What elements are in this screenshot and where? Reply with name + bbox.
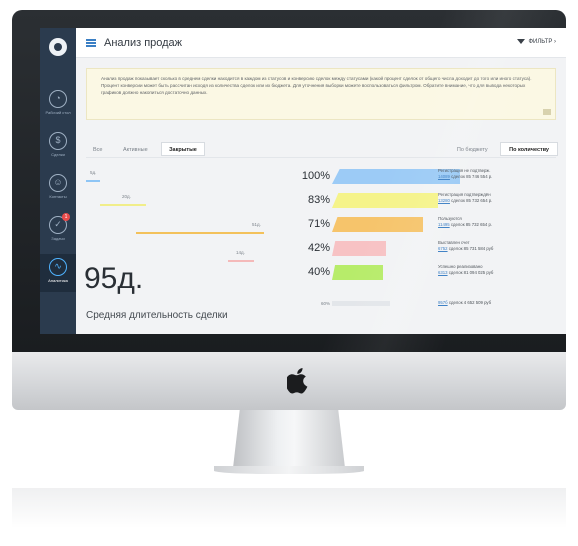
funnel-stage-info: Регистрация подтверждён 13280 сделок 85 7… [438,192,562,203]
funnel-stage-detail: 11495 сделок 85 732 654 р. [438,222,562,228]
status-tabs: Все Активные Закрытые [86,138,207,157]
sidebar-item-contacts[interactable]: ☺ Контакты [40,170,76,208]
resize-handle[interactable] [543,109,551,115]
average-duration-caption: Средняя длительность сделки [86,310,228,321]
sidebar-item-label: Рабочий стол [45,110,71,115]
duration-bar [100,204,146,206]
info-box: Анализ продаж показывает сколько в средн… [86,68,556,120]
imac-stand-neck [233,410,345,468]
sidebar-item-label: Аналитика [48,278,68,283]
tasks-badge: 1 [62,213,70,221]
funnel-stage-amount: сделок 85 746 554 р. [451,173,493,179]
floor-reflection [12,488,566,546]
funnel-percent: 83% [307,194,330,206]
funnel-stage-info: Успешно реализовано 6313 сделок 81 094 02… [438,264,562,275]
funnel-stage-amount: сделок 85 732 654 р. [451,197,493,203]
screen: ◔ Рабочий стол $ Сделки ☺ Контакты ✓ 1 З… [40,28,566,334]
page-title: Анализ продаж [104,37,183,49]
sidebar: ◔ Рабочий стол $ Сделки ☺ Контакты ✓ 1 З… [40,28,76,334]
funnel-stage-amount: сделок 85 731 584 руб [448,245,494,251]
funnel-stage-amount: сделок 81 094 025 руб [448,269,494,275]
funnel-stage-count-link[interactable]: 13280 [438,198,450,203]
funnel-percent: 40% [307,266,330,278]
analytics-icon: ∿ [49,258,67,276]
funnel-stage-detail: 14089 сделок 85 746 554 р. [438,174,562,180]
divider [86,157,556,158]
duration-label: 5д. [90,170,97,175]
sidebar-item-analytics[interactable]: ∿ Аналитика [40,254,76,292]
sidebar-item-label: Задачи [51,236,65,241]
duration-bar [228,260,254,262]
dashboard-icon: ◔ [49,90,67,108]
top-bar: Анализ продаж ФИЛЬТР › [76,28,566,58]
funnel-percent: 60% [320,301,330,306]
funnel-stage-amount: сделок 4 652 509 руб [448,300,492,305]
duration-label: 14д. [236,250,245,255]
view-by-count[interactable]: По количеству [500,142,558,156]
funnel-percent: 42% [307,242,330,254]
duration-timeline: 5д. 20д. 51д. 14д. [86,166,286,266]
duration-bar [86,180,100,182]
funnel-bar[interactable] [332,193,438,208]
funnel-stage-info: Пользуются 11495 сделок 85 732 654 р. [438,216,562,227]
average-duration-value: 95д. [84,262,144,295]
sidebar-item-deals[interactable]: $ Сделки [40,128,76,166]
funnel-stage-detail: 957б сделок 4 652 509 руб [438,300,562,306]
funnel-stage-info: Регистрация не подтверж. 14089 сделок 85 … [438,168,562,179]
funnel-stage-count-link[interactable]: 11495 [438,222,450,227]
filter-button[interactable]: ФИЛЬТР › [516,39,556,46]
sidebar-item-tasks[interactable]: ✓ 1 Задачи [40,212,76,250]
duration-bar [136,232,264,234]
filter-icon [516,39,525,44]
view-toggle: По бюджету По количеству [449,138,558,157]
app-logo[interactable] [49,38,67,56]
tab-all[interactable]: Все [86,143,109,157]
funnel-stage-count-link[interactable]: 957б [438,300,448,305]
sidebar-item-dashboard[interactable]: ◔ Рабочий стол [40,86,76,124]
funnel-bar[interactable] [332,217,423,232]
funnel-bar[interactable] [332,265,383,280]
sidebar-item-label: Сделки [51,152,65,157]
duration-label: 51д. [252,222,261,227]
funnel-stage-detail: 6752 сделок 85 731 584 руб [438,246,562,252]
tab-closed[interactable]: Закрытые [161,142,205,156]
funnel-stage-amount: сделок 85 732 654 р. [450,221,493,227]
info-text: Анализ продаж показывает сколько в средн… [101,76,532,95]
funnel-stage-count-link[interactable]: 14089 [438,174,450,179]
funnel-stage-detail: 13280 сделок 85 732 654 р. [438,198,562,204]
funnel-stage-info: Выставлен счет 6752 сделок 85 731 584 руб [438,240,562,251]
funnel-percent: 100% [301,170,330,182]
funnel-stage-detail: 6313 сделок 81 094 025 руб [438,270,562,276]
contacts-icon: ☺ [49,174,67,192]
sidebar-item-label: Контакты [49,194,67,199]
apple-logo-icon [287,368,308,394]
funnel-percent: 71% [307,218,330,230]
tab-active[interactable]: Активные [116,143,155,157]
chevron-right-icon: › [554,39,556,46]
funnel-stage-info: 957б сделок 4 652 509 руб [438,300,562,306]
funnel-stage-count-link[interactable]: 6752 [438,246,448,251]
view-by-budget[interactable]: По бюджету [449,143,496,157]
filter-label: ФИЛЬТР [528,39,553,46]
deals-icon: $ [49,132,67,150]
menu-icon[interactable] [86,39,96,47]
funnel-bar[interactable] [332,301,390,306]
funnel-bar[interactable] [332,241,386,256]
imac-stand-foot [214,466,364,474]
funnel-stage-count-link[interactable]: 6313 [438,270,448,275]
duration-label: 20д. [122,194,131,199]
